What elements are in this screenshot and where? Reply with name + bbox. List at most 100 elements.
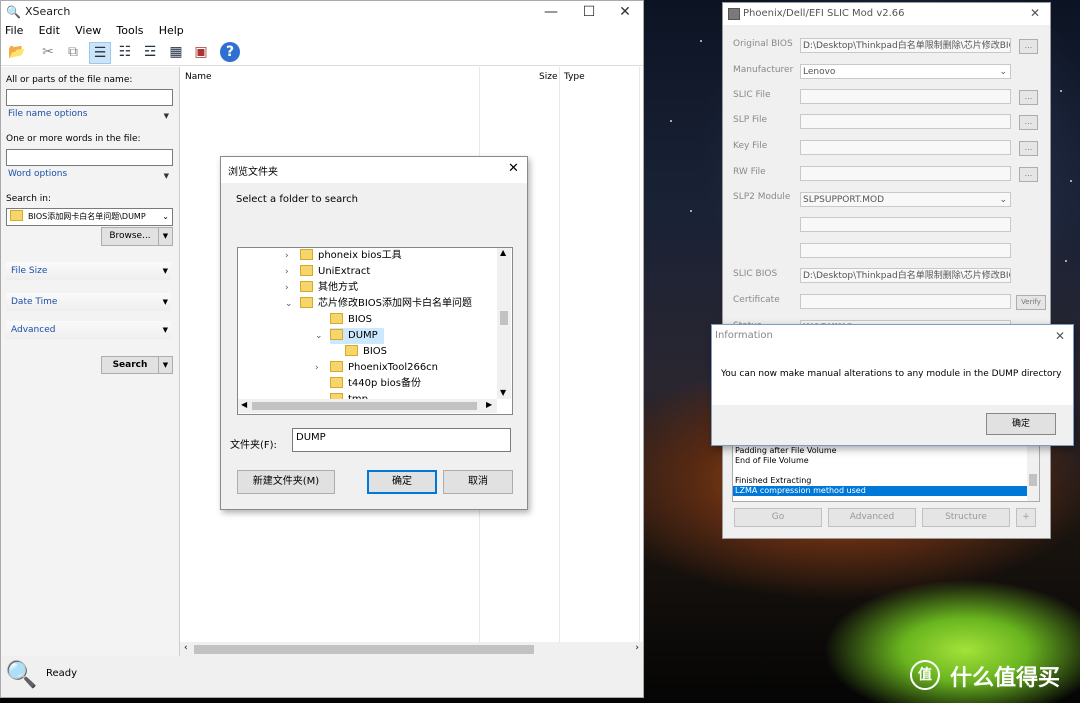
menu-bar: File Edit View Tools Help	[1, 23, 643, 39]
chevron-down-icon[interactable]: ▼	[164, 172, 169, 180]
menu-tools[interactable]: Tools	[116, 24, 143, 37]
ok-button[interactable]: 确定	[986, 413, 1056, 435]
scroll-left-icon[interactable]: ‹	[184, 643, 188, 653]
words-input[interactable]	[6, 149, 173, 166]
menu-help[interactable]: Help	[159, 24, 184, 37]
chevron-down-icon[interactable]: ▼	[164, 112, 169, 120]
scroll-thumb[interactable]	[1029, 474, 1037, 486]
folder-label: 文件夹(F):	[230, 440, 277, 451]
scroll-left-icon[interactable]: ◀	[241, 400, 247, 409]
original-bios-field[interactable]: D:\Desktop\Thinkpad白名单限制删除\芯片修改BIC	[800, 38, 1011, 53]
slp2-extra-field[interactable]	[800, 217, 1011, 232]
advanced-section[interactable]: Advanced ▼	[6, 321, 171, 339]
tree-node[interactable]: › PhoenixTool266cn	[315, 360, 438, 376]
large-icons-view-icon[interactable]: ▦	[166, 42, 186, 62]
tree-node[interactable]: ⌄ 芯片修改BIOS添加网卡白名单问题	[285, 296, 472, 312]
menu-edit[interactable]: Edit	[39, 24, 60, 37]
search-button[interactable]: Search	[101, 356, 159, 374]
app-icon	[728, 8, 740, 20]
original-bios-browse-button[interactable]: ...	[1019, 39, 1038, 54]
tree-expander-icon[interactable]: ›	[285, 264, 289, 280]
key-file-browse-button[interactable]: ...	[1019, 141, 1038, 156]
ok-button[interactable]: 确定	[367, 470, 437, 494]
cancel-button[interactable]: 取消	[443, 470, 513, 494]
slp2-extra-field[interactable]	[800, 243, 1011, 258]
tree-node[interactable]: › UniExtract	[285, 264, 370, 280]
date-time-section[interactable]: Date Time ▼	[6, 293, 171, 311]
horizontal-scrollbar[interactable]: ◀ ▶	[238, 399, 497, 413]
menu-file[interactable]: File	[5, 24, 23, 37]
column-name[interactable]: Name	[185, 72, 212, 82]
scroll-up-icon[interactable]: ▲	[500, 248, 506, 257]
slp-file-browse-button[interactable]: ...	[1019, 115, 1038, 130]
scroll-thumb[interactable]	[194, 645, 534, 654]
scroll-right-icon[interactable]: ›	[635, 643, 639, 653]
rw-file-browse-button[interactable]: ...	[1019, 167, 1038, 182]
folder-icon	[330, 360, 343, 372]
horizontal-scrollbar[interactable]: ‹ ›	[180, 642, 643, 657]
close-icon[interactable]: ✕	[1055, 329, 1065, 343]
scroll-thumb[interactable]	[252, 402, 477, 410]
original-bios-label: Original BIOS	[733, 39, 793, 49]
small-icons-view-icon[interactable]: ☲	[140, 42, 160, 62]
slic-bios-field[interactable]: D:\Desktop\Thinkpad白名单限制删除\芯片修改BIC	[800, 268, 1011, 283]
tree-node-selected[interactable]: ⌄ DUMP	[315, 328, 384, 344]
browse-dropdown-button[interactable]: ▼	[158, 227, 173, 246]
close-icon[interactable]: ✕	[508, 161, 519, 176]
filename-options-link[interactable]: File name options	[8, 109, 87, 119]
certificate-field[interactable]	[800, 294, 1011, 309]
new-folder-button[interactable]: 新建文件夹(M)	[237, 470, 335, 494]
tree-node[interactable]: t440p bios备份	[330, 376, 421, 392]
folder-input[interactable]: DUMP	[292, 428, 511, 452]
tree-node[interactable]: BIOS	[345, 344, 387, 360]
cut-icon[interactable]: ✂	[38, 42, 58, 62]
tree-node[interactable]: BIOS	[330, 312, 372, 328]
advanced-button[interactable]: Advanced	[828, 508, 916, 527]
vertical-scrollbar[interactable]: ▲ ▼	[497, 248, 511, 399]
manufacturer-select[interactable]: Lenovo ⌄	[800, 64, 1011, 79]
tree-expander-icon[interactable]: ⌄	[285, 296, 293, 312]
close-button[interactable]: ✕	[607, 1, 643, 23]
search-in-select[interactable]: BIOS添加网卡白名单问题\DUMP ⌄	[6, 208, 173, 226]
list-view-icon[interactable]: ☷	[115, 42, 135, 62]
advanced-label: Advanced	[11, 325, 56, 335]
slic-file-browse-button[interactable]: ...	[1019, 90, 1038, 105]
word-options-link[interactable]: Word options	[8, 169, 67, 179]
filename-input[interactable]	[6, 89, 173, 106]
key-file-field[interactable]	[800, 140, 1011, 155]
menu-view[interactable]: View	[75, 24, 101, 37]
log-scrollbar[interactable]	[1027, 446, 1039, 501]
scroll-down-icon[interactable]: ▼	[500, 388, 506, 397]
search-dropdown-button[interactable]: ▼	[158, 356, 173, 374]
close-icon[interactable]: ✕	[1030, 6, 1040, 20]
thumbnails-view-icon[interactable]: ▣	[191, 42, 211, 62]
slic-file-field[interactable]	[800, 89, 1011, 104]
file-size-section[interactable]: File Size ▼	[6, 262, 171, 280]
slp2-module-select[interactable]: SLPSUPPORT.MOD ⌄	[800, 192, 1011, 207]
column-size[interactable]: Size	[539, 72, 557, 82]
details-view-icon[interactable]: ☰	[89, 42, 111, 64]
tree-node[interactable]: › phoneix bios工具	[285, 248, 402, 264]
maximize-button[interactable]: ☐	[571, 1, 607, 23]
structure-button[interactable]: Structure	[922, 508, 1010, 527]
tree-expander-icon[interactable]: ›	[315, 360, 319, 376]
rw-file-field[interactable]	[800, 166, 1011, 181]
slp-file-field[interactable]	[800, 114, 1011, 129]
go-button[interactable]: Go	[734, 508, 822, 527]
tree-node[interactable]: › 其他方式	[285, 280, 358, 296]
help-icon[interactable]: ?	[220, 42, 240, 62]
tree-expander-icon[interactable]: ⌄	[315, 328, 323, 344]
copy-icon[interactable]: ⧉	[63, 42, 83, 62]
column-type[interactable]: Type	[564, 72, 585, 82]
scroll-right-icon[interactable]: ▶	[486, 400, 492, 409]
tree-expander-icon[interactable]: ›	[285, 280, 289, 296]
more-button[interactable]: +	[1016, 508, 1036, 527]
browse-button[interactable]: Browse...	[101, 227, 159, 246]
folder-tree[interactable]: › phoneix bios工具 › UniExtract › 其他方式 ⌄ 芯片修改B…	[237, 247, 513, 415]
open-folder-icon[interactable]: 📂	[7, 42, 27, 62]
minimize-button[interactable]: —	[533, 1, 569, 23]
log-box[interactable]: Padding after File Volume End of File Vo…	[732, 445, 1040, 502]
scroll-thumb[interactable]	[500, 311, 508, 325]
tree-expander-icon[interactable]: ›	[285, 248, 289, 264]
verify-button[interactable]: Verify	[1016, 295, 1046, 310]
